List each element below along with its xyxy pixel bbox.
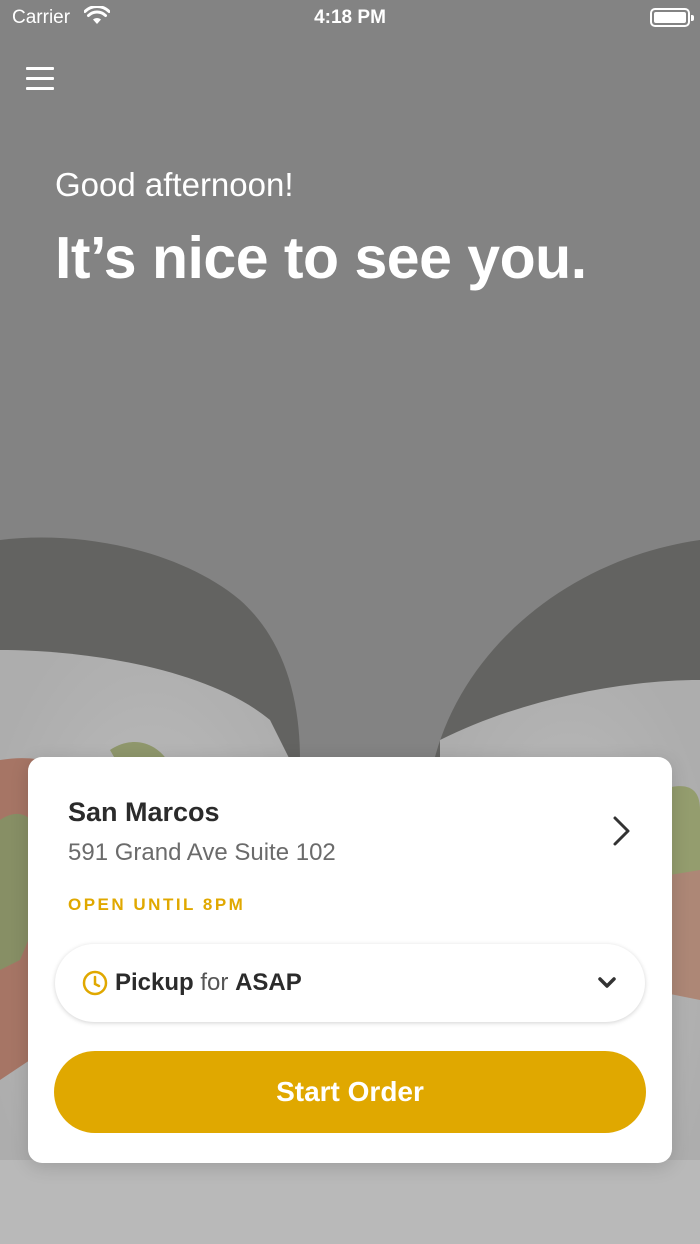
status-time: 4:18 PM (314, 7, 386, 28)
chevron-down-icon[interactable] (597, 976, 617, 990)
clock-icon (82, 970, 108, 996)
order-type-value: Pickup (115, 969, 194, 996)
home-screen: Carrier 4:18 PM Good afternoon! It’s nic… (0, 0, 700, 1244)
greeting-text: Good afternoon! (55, 166, 294, 203)
location-card: San Marcos 591 Grand Ave Suite 102 OPEN … (28, 757, 672, 1163)
store-details-link[interactable]: San Marcos 591 Grand Ave Suite 102 (28, 757, 672, 877)
for-label: for (200, 969, 229, 996)
hamburger-menu-icon[interactable] (26, 66, 56, 92)
open-status-badge: OPEN UNTIL 8PM (68, 895, 246, 914)
status-bar: Carrier 4:18 PM (0, 0, 700, 36)
start-order-button[interactable]: Start Order (54, 1051, 646, 1133)
battery-icon (650, 8, 694, 27)
order-type-dropdown[interactable]: Pickup for ASAP (55, 944, 645, 1022)
order-time-value: ASAP (235, 969, 302, 996)
store-address: 591 Grand Ave Suite 102 (68, 839, 336, 866)
store-name: San Marcos (68, 797, 220, 827)
order-type-label: Pickup for ASAP (115, 969, 302, 997)
chevron-right-icon[interactable] (612, 815, 632, 847)
headline-text: It’s nice to see you. (55, 225, 587, 291)
